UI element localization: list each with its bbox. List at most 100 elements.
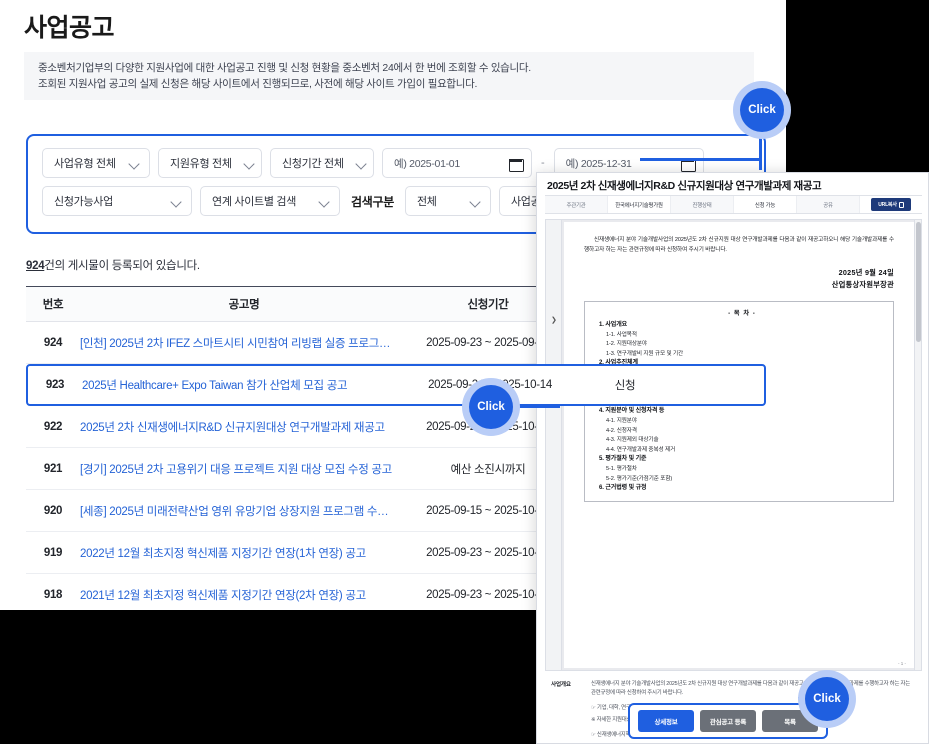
toc-item: 1-3. 연구개발비 지원 규모 및 기간 xyxy=(599,350,885,360)
click-badge-dot: Click xyxy=(740,88,784,132)
toc-item: 4. 지원분야 및 신청자격 등 xyxy=(599,407,885,417)
table-row-selected[interactable]: 923 2025년 Healthcare+ Expo Taiwan 참가 산업체… xyxy=(26,364,766,406)
document-viewer-sidebar[interactable]: ❯ xyxy=(546,220,562,670)
document-date: 2025년 9월 24일 xyxy=(584,267,894,279)
page-title: 사업공고 xyxy=(24,8,114,44)
tab-share[interactable]: 공유 xyxy=(797,196,860,213)
chevron-down-icon xyxy=(319,195,331,207)
chevron-down-icon xyxy=(470,195,482,207)
row-no: 920 xyxy=(26,505,80,517)
date-from-input[interactable]: 예) 2025-01-01 xyxy=(382,148,532,178)
result-count-number: 924 xyxy=(26,260,44,272)
search-division-select-label: 전체 xyxy=(417,193,437,209)
apply-period-select-label: 신청기간 전체 xyxy=(282,155,344,171)
toc-item: 1-1. 사업목적 xyxy=(599,331,885,341)
date-range-separator: - xyxy=(540,157,546,169)
toc-item: 4-2. 신청자격 xyxy=(599,427,885,437)
spacer xyxy=(591,697,916,701)
document-signature-block: 2025년 9월 24일 산업통상자원부장관 xyxy=(584,267,894,291)
url-copy-button[interactable]: URL복사 xyxy=(871,198,910,211)
click-badge-dot: Click xyxy=(469,385,513,429)
document-issuer: 산업통상자원부장관 xyxy=(584,279,894,291)
date-from-placeholder: 예) 2025-01-01 xyxy=(394,156,460,171)
available-business-select[interactable]: 신청가능사업 xyxy=(42,186,192,216)
row-no: 919 xyxy=(26,547,80,559)
screenshot-root: 사업공고 중소벤처기업부의 다양한 지원사업에 대한 사업공고 진행 및 신청 … xyxy=(0,0,929,744)
site-search-select-label: 연계 사이트별 검색 xyxy=(212,193,296,209)
document-paragraph: 신재생에너지 분야 기술개발사업의 2025년도 2차 신규지원 대상 연구개발… xyxy=(584,236,894,255)
support-type-select[interactable]: 지원유형 전체 xyxy=(158,148,262,178)
row-title-link[interactable]: [세종] 2025년 미래전략산업 영위 유망기업 상장지원 프로그램 수… xyxy=(80,503,408,519)
row-no: 923 xyxy=(28,379,82,391)
site-search-select[interactable]: 연계 사이트별 검색 xyxy=(200,186,340,216)
row-no: 924 xyxy=(26,337,80,349)
document-toc-title: - 목 차 - xyxy=(599,308,885,317)
notice-box: 중소벤처기업부의 다양한 지원사업에 대한 사업공고 진행 및 신청 현황을 중… xyxy=(24,52,754,100)
notice-line-1: 중소벤처기업부의 다양한 지원사업에 대한 사업공고 진행 및 신청 현황을 중… xyxy=(38,61,740,77)
document-scrollbar-thumb[interactable] xyxy=(916,222,921,342)
business-type-select[interactable]: 사업유형 전체 xyxy=(42,148,150,178)
chevron-down-icon xyxy=(244,157,256,169)
document-scrollbar[interactable] xyxy=(914,220,921,670)
toc-item: 1. 사업개요 xyxy=(599,321,885,331)
document-viewer: ❯ 신재생에너지 분야 기술개발사업의 2025년도 2차 신규지원 대상 연구… xyxy=(545,219,922,671)
apply-period-select[interactable]: 신청기간 전체 xyxy=(270,148,374,178)
modal-title: 2025년 2차 신재생에너지R&D 신규지원대상 연구개발과제 재공고 xyxy=(547,178,821,193)
column-header-no: 번호 xyxy=(26,296,80,312)
row-title-link[interactable]: [경기] 2025년 2차 고용위기 대응 프로젝트 지원 대상 모집 수정 공… xyxy=(80,461,408,477)
announcement-detail-modal: 2025년 2차 신재생에너지R&D 신규지원대상 연구개발과제 재공고 주관기… xyxy=(536,172,929,744)
row-title-link[interactable]: [인천] 2025년 2차 IFEZ 스마트시티 시민참여 리빙랩 실증 프로그… xyxy=(80,335,408,351)
chevron-down-icon xyxy=(356,157,368,169)
url-copy-cell: URL복사 xyxy=(860,196,922,213)
row-no: 918 xyxy=(26,589,80,601)
document-page: 신재생에너지 분야 기술개발사업의 2025년도 2차 신규지원 대상 연구개발… xyxy=(564,222,914,668)
row-title-link[interactable]: 2021년 12월 최초지정 혁신제품 지정기간 연장(2차 연장) 공고 xyxy=(80,587,408,603)
row-state: 신청 xyxy=(570,377,680,393)
detail-info-button[interactable]: 상세정보 xyxy=(638,710,694,732)
row-no: 922 xyxy=(26,421,80,433)
available-business-select-label: 신청가능사업 xyxy=(54,193,113,209)
toc-item: 4-1. 지원분야 xyxy=(599,417,885,427)
business-type-select-label: 사업유형 전체 xyxy=(54,155,116,171)
click-connector-line xyxy=(640,158,762,161)
click-badge-dot: Click xyxy=(805,677,849,721)
tab-share-label: 공유 xyxy=(823,201,833,209)
tab-status[interactable]: 진행상태 xyxy=(671,196,734,213)
toc-item: 5. 평가절차 및 기준 xyxy=(599,455,885,465)
detail-field-key: 사업개요 xyxy=(545,680,591,744)
chevron-down-icon xyxy=(129,157,141,169)
tab-organizer-value[interactable]: 한국에너지기술평가원 xyxy=(608,196,671,213)
row-title-link[interactable]: 2022년 12월 최초지정 혁신제품 지정기간 연장(1차 연장) 공고 xyxy=(80,545,408,561)
detail-field-value-main: 신재생에너지 분야 기술개발사업의 2025년도 2차 신규지원 대상 연구개발… xyxy=(591,681,910,696)
notice-line-2: 조회된 지원사업 공고의 실제 신청은 해당 사이트에서 진행되므로, 사전에 … xyxy=(38,77,740,93)
toc-item: 5-2. 평가기준(가점기준 포함) xyxy=(599,475,885,485)
tab-status-value[interactable]: 신청 가능 xyxy=(734,196,797,213)
column-header-title: 공고명 xyxy=(80,296,408,312)
toc-item: 5-1. 평가절차 xyxy=(599,465,885,475)
tab-status-value-label: 신청 가능 xyxy=(755,201,775,209)
modal-tab-bar: 주관기관 한국에너지기술평가원 진행상태 신청 가능 공유 URL복사 xyxy=(545,195,922,214)
filter-row-secondary: 신청가능사업 연계 사이트별 검색 검색구분 전체 사업공고 xyxy=(42,186,585,216)
toc-item: 4-4. 연구개발과제 중복성 제거 xyxy=(599,446,885,456)
search-division-label: 검색구분 xyxy=(348,193,397,210)
row-title-link[interactable]: 2025년 Healthcare+ Expo Taiwan 참가 산업체 모집 … xyxy=(82,377,410,393)
toc-item: 1-2. 지원대상분야 xyxy=(599,340,885,350)
row-title-link[interactable]: 2025년 2차 신재생에너지R&D 신규지원대상 연구개발과제 재공고 xyxy=(80,419,408,435)
result-count: 924건의 게시물이 등록되어 있습니다. xyxy=(26,257,200,273)
copy-icon xyxy=(899,202,904,208)
url-copy-button-label: URL복사 xyxy=(878,201,896,208)
tab-organizer[interactable]: 주관기관 xyxy=(545,196,608,213)
date-to-placeholder: 예) 2025-12-31 xyxy=(566,156,632,171)
tab-status-label: 진행상태 xyxy=(692,201,711,209)
document-page-number: - 1 - xyxy=(898,661,906,666)
tab-organizer-label: 주관기관 xyxy=(566,201,585,209)
calendar-icon[interactable] xyxy=(509,157,522,170)
detail-action-button-group: 상세정보 관심공고 등록 목록 xyxy=(628,703,828,739)
row-no: 921 xyxy=(26,463,80,475)
toc-item: 6. 근거법령 및 규정 xyxy=(599,484,885,494)
tab-organizer-value-label: 한국에너지기술평가원 xyxy=(615,201,663,209)
bookmark-announcement-button[interactable]: 관심공고 등록 xyxy=(700,710,756,732)
expand-panel-icon[interactable]: ❯ xyxy=(551,316,557,324)
search-division-select[interactable]: 전체 xyxy=(405,186,491,216)
chevron-down-icon xyxy=(171,195,183,207)
